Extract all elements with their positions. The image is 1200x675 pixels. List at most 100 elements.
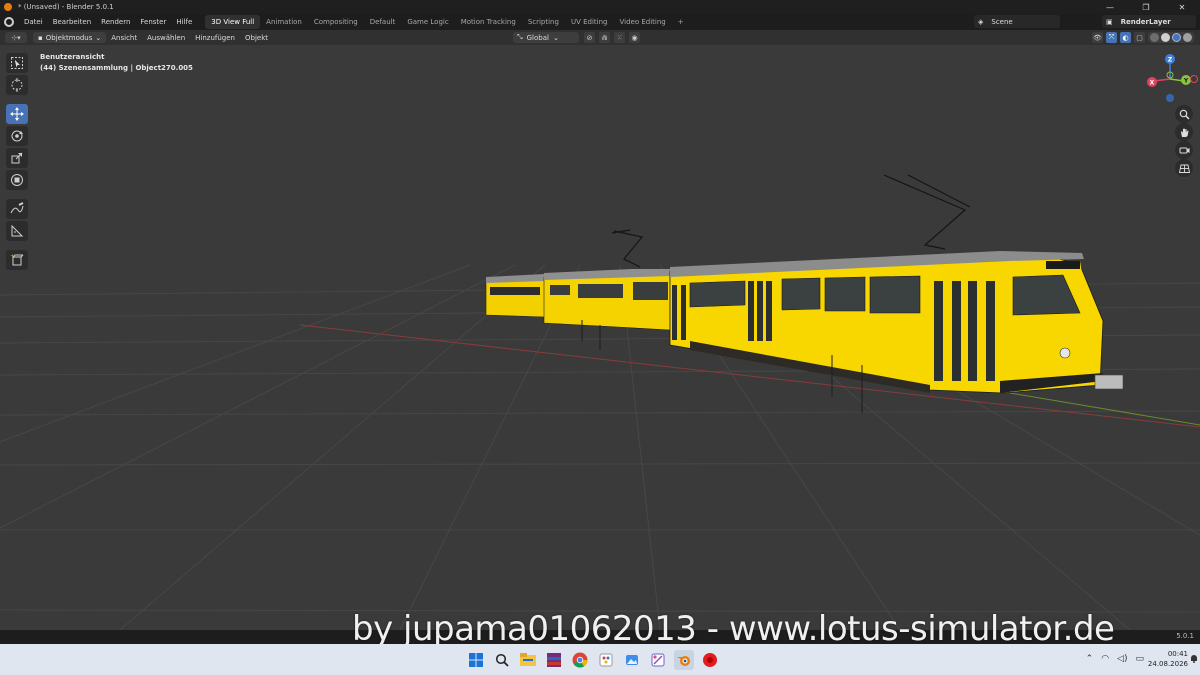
menu-rendern[interactable]: Rendern [96,15,135,29]
menu-hinzufuegen[interactable]: Hinzufügen [190,34,240,42]
scale-tool[interactable] [6,148,28,168]
menu-fenster[interactable]: Fenster [135,15,171,29]
axes-icon: ⊹▾ [11,33,21,42]
cursor-icon [11,78,23,92]
select-box-tool[interactable] [6,53,28,73]
watermark-text: by jupama01062013 - www.lotus-simulator.… [352,609,1115,649]
rotate-tool[interactable] [6,126,28,146]
clock[interactable]: 00:41 24.08.2026 [1148,649,1188,669]
proportional-edit-icon[interactable]: ◉ [629,32,640,43]
tram-model [485,174,1124,413]
wireframe-shading-icon[interactable] [1150,33,1159,42]
pan-button[interactable] [1175,123,1193,141]
maximize-button[interactable]: ❐ [1128,0,1164,14]
tab-compositing[interactable]: Compositing [308,15,364,29]
collection-info: (44) Szenensammlung | Object270.005 [40,64,193,72]
menu-datei[interactable]: Datei [19,15,48,29]
transform-tool[interactable] [6,170,28,190]
cursor-tool[interactable] [6,75,28,95]
tab-scripting[interactable]: Scripting [522,15,565,29]
tab-uv-editing[interactable]: UV Editing [565,15,614,29]
snap-target-icon[interactable]: ⁙ [614,32,625,43]
file-explorer-icon[interactable] [518,650,538,670]
tab-3d-view-full[interactable]: 3D View Full [205,15,261,29]
rendered-shading-icon[interactable] [1183,33,1192,42]
blender-window: * (Unsaved) - Blender 5.0.1 — ❐ ✕ Datei … [0,0,1200,675]
editor-type-button[interactable]: ⊹▾ [5,32,27,43]
view-layer-selector[interactable]: ▣ RenderLayer [1102,15,1196,28]
menu-bearbeiten[interactable]: Bearbeiten [48,15,96,29]
search-icon[interactable] [492,650,512,670]
photos-icon[interactable] [622,650,642,670]
battery-icon[interactable]: ▭ [1135,654,1144,664]
mode-label: Objektmodus [45,33,93,42]
volume-icon[interactable]: ◁) [1117,654,1127,664]
view-name: Benutzeransicht [40,53,105,61]
navigation-gizmo[interactable]: Z Y X [1142,51,1198,107]
perspective-toggle-button[interactable] [1175,159,1193,177]
tab-default[interactable]: Default [364,15,402,29]
mode-selector[interactable]: ▪ Objektmodus ⌄ [33,32,107,43]
windows-start-icon[interactable] [466,650,486,670]
blender-menu-icon[interactable] [4,17,14,27]
visibility-icon[interactable]: 👁 [1092,32,1103,43]
snipping-tool-icon[interactable] [648,650,668,670]
viewport-header: ⊹▾ ▪ Objektmodus ⌄ Ansicht Auswählen Hin… [0,30,1200,45]
add-cube-tool[interactable]: + [6,250,28,270]
tab-animation[interactable]: Animation [260,15,308,29]
gizmo-x-label: X [1150,80,1155,87]
workspace-tabs: 3D View Full Animation Compositing Defau… [205,15,689,29]
measure-tool[interactable] [6,221,28,241]
window-title: * (Unsaved) - Blender 5.0.1 [18,3,114,11]
tab-game-logic[interactable]: Game Logic [401,15,454,29]
menu-auswaehlen[interactable]: Auswählen [142,34,190,42]
scene-render [0,174,1200,630]
camera-icon [1179,147,1189,153]
scene-selector[interactable]: ◈ Scene [974,15,1060,28]
chevron-down-icon: ⌄ [95,33,102,42]
menu-ansicht[interactable]: Ansicht [106,34,142,42]
chevron-up-icon[interactable]: ⌃ [1086,654,1094,664]
paint-icon[interactable] [596,650,616,670]
gizmo-toggle-icon[interactable]: ⤧ [1106,32,1117,43]
measure-icon [11,224,24,237]
material-shading-icon[interactable] [1172,33,1181,42]
gizmo-neg-x[interactable] [1190,75,1198,83]
hand-icon [1180,128,1188,137]
title-bar: * (Unsaved) - Blender 5.0.1 — ❐ ✕ [0,0,1200,14]
3d-viewport[interactable]: Benutzeransicht (44) Szenensammlung | Ob… [0,45,1200,630]
solid-shading-icon[interactable] [1161,33,1170,42]
overlay-toggle-icon[interactable]: ◐ [1120,32,1131,43]
menu-objekt[interactable]: Objekt [240,34,273,42]
zoom-button[interactable] [1175,105,1193,123]
move-tool[interactable] [6,104,28,124]
top-bar: Datei Bearbeiten Rendern Fenster Hilfe 3… [0,14,1200,30]
zoom-icon [1179,109,1190,120]
pivot-icon[interactable]: ⊘ [584,32,595,43]
blender-taskbar-icon[interactable] [674,650,694,670]
windows-taskbar: ⌃ ◠ ◁) ▭ 00:41 24.08.2026 [0,644,1200,675]
shading-mode-group [1148,32,1194,43]
notification-bell-icon[interactable] [1190,654,1198,663]
snap-icon[interactable]: ⋒ [599,32,610,43]
menu-hilfe[interactable]: Hilfe [171,15,197,29]
record-app-icon[interactable] [700,650,720,670]
chrome-icon[interactable] [570,650,590,670]
tab-motion-tracking[interactable]: Motion Tracking [455,15,522,29]
blender-logo-icon [4,3,12,11]
gizmo-neg-z[interactable] [1166,94,1174,102]
system-tray: ⌃ ◠ ◁) ▭ [1086,654,1144,664]
xray-toggle-icon[interactable]: ▢ [1134,32,1145,43]
winrar-icon[interactable] [544,650,564,670]
add-cube-icon: + [10,253,24,266]
blender-version: 5.0.1 [1176,632,1194,640]
tab-video-editing[interactable]: Video Editing [613,15,671,29]
annotate-tool[interactable] [6,199,28,219]
transform-orientation-selector[interactable]: ⤡ Global ⌄ [513,32,579,43]
scene-icon: ◈ [978,17,984,26]
minimize-button[interactable]: — [1092,0,1128,14]
add-workspace-button[interactable]: + [672,15,690,29]
camera-view-button[interactable] [1175,141,1193,159]
wifi-icon[interactable]: ◠ [1101,654,1109,664]
close-button[interactable]: ✕ [1164,0,1200,14]
